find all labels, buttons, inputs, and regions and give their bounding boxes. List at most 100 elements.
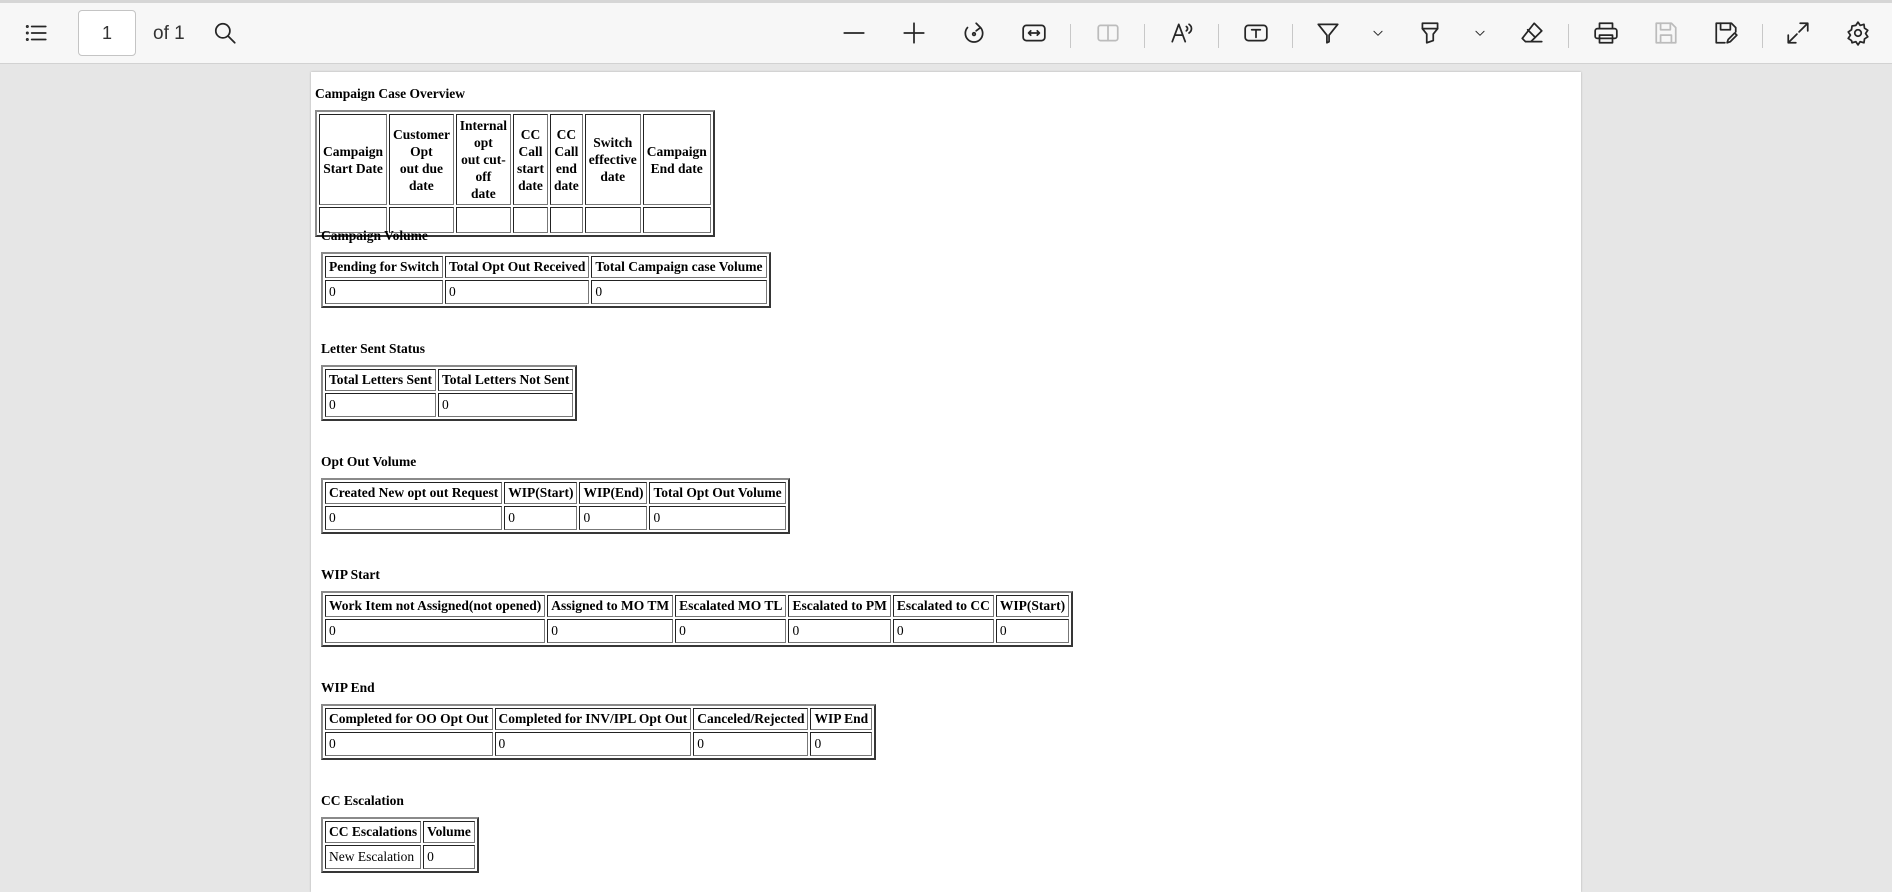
- value-cell: 0: [788, 619, 891, 643]
- header-cell: Completed for OO Opt Out: [325, 708, 493, 730]
- value-cell: 0: [325, 280, 444, 304]
- value-cell: 0: [810, 732, 873, 756]
- page-count-label: of 1: [153, 23, 185, 44]
- header-cell: Customer Opt out due date: [389, 114, 454, 205]
- cc-escalation-section: CC Escalation CC Escalations Volume New …: [321, 793, 479, 873]
- campaign-volume-section: Campaign Volume Pending for Switch Total…: [321, 228, 771, 308]
- header-cell: Work Item not Assigned(not opened): [325, 595, 546, 617]
- text-box-icon[interactable]: [1236, 13, 1276, 53]
- section-title: WIP Start: [321, 567, 380, 582]
- full-screen-icon[interactable]: [1778, 13, 1818, 53]
- print-icon[interactable]: [1586, 13, 1626, 53]
- header-cell: WIP(Start): [504, 482, 578, 504]
- header-cell: Internal opt out cut-off date: [455, 114, 512, 205]
- contents-icon[interactable]: [16, 13, 56, 53]
- opt-out-volume-section: Opt Out Volume Created New opt out Reque…: [321, 454, 790, 534]
- search-icon[interactable]: [205, 13, 245, 53]
- header-cell: Total Opt Out Volume: [649, 482, 786, 504]
- value-cell: 0: [547, 619, 674, 643]
- section-title: Opt Out Volume: [321, 454, 417, 469]
- read-aloud-icon[interactable]: [1162, 13, 1202, 53]
- letter-status-table: Total Letters Sent Total Letters Not Sen…: [321, 365, 578, 421]
- value-cell: 0: [579, 506, 648, 530]
- overview-section: Campaign Case Overview Campaign Start Dat…: [315, 86, 715, 237]
- fit-width-icon[interactable]: [1014, 13, 1054, 53]
- chevron-down-icon[interactable]: [1368, 13, 1388, 53]
- zoom-out-icon[interactable]: [834, 13, 874, 53]
- header-cell: Canceled/Rejected: [693, 708, 809, 730]
- table-row: 0 0 0 0: [325, 506, 786, 530]
- value-cell: 0: [325, 506, 503, 530]
- rotate-icon[interactable]: [954, 13, 994, 53]
- toolbar-divider: [1144, 24, 1145, 48]
- header-cell: Total Campaign case Volume: [591, 256, 767, 278]
- header-cell: Volume: [423, 821, 475, 843]
- zoom-in-icon[interactable]: [894, 13, 934, 53]
- overview-table: Campaign Start Date Customer Opt out due d…: [315, 110, 715, 237]
- section-title: CC Escalation: [321, 793, 404, 808]
- value-cell: 0: [445, 280, 590, 304]
- save-icon[interactable]: [1646, 13, 1686, 53]
- campaign-volume-table: Pending for Switch Total Opt Out Receive…: [321, 252, 771, 308]
- value-cell: 0: [325, 393, 436, 417]
- header-cell: CC Escalations: [325, 821, 422, 843]
- header-cell: WIP End: [810, 708, 873, 730]
- header-cell: Escalated to PM: [788, 595, 891, 617]
- settings-gear-icon[interactable]: [1838, 13, 1878, 53]
- eraser-icon[interactable]: [1512, 13, 1552, 53]
- value-cell: 0: [423, 845, 475, 869]
- value-cell: 0: [325, 732, 493, 756]
- table-row: New Escalation 0: [325, 845, 475, 869]
- value-cell: 0: [892, 619, 994, 643]
- opt-out-volume-table: Created New opt out Request WIP(Start) W…: [321, 478, 790, 534]
- header-cell: Completed for INV/IPL Opt Out: [494, 708, 692, 730]
- table-row: 0 0 0 0: [325, 732, 873, 756]
- page-number-input[interactable]: [78, 10, 136, 56]
- value-cell: New Escalation: [325, 845, 422, 869]
- draw-icon[interactable]: [1308, 13, 1348, 53]
- section-title: WIP End: [321, 680, 375, 695]
- section-title: Letter Sent Status: [321, 341, 425, 356]
- highlight-icon[interactable]: [1410, 13, 1450, 53]
- section-title: Campaign Volume: [321, 228, 428, 243]
- header-cell: CC Call start date: [513, 114, 549, 205]
- header-cell: WIP(End): [579, 482, 648, 504]
- table-row: 0 0 0 0 0 0: [325, 619, 1070, 643]
- two-page-view-icon[interactable]: [1088, 13, 1128, 53]
- header-cell: Total Letters Sent: [325, 369, 436, 391]
- table-row: 0 0 0: [325, 280, 767, 304]
- chevron-down-icon[interactable]: [1470, 13, 1490, 53]
- header-cell: Total Letters Not Sent: [438, 369, 574, 391]
- header-cell: Escalated to CC: [892, 595, 994, 617]
- toolbar-divider: [1568, 24, 1569, 48]
- pdf-toolbar: of 1: [0, 0, 1892, 64]
- wip-start-section: WIP Start Work Item not Assigned(not ope…: [321, 567, 1074, 647]
- toolbar-divider: [1218, 24, 1219, 48]
- header-cell: Created New opt out Request: [325, 482, 503, 504]
- pdf-page: Campaign Case Overview Campaign Start Dat…: [311, 72, 1581, 892]
- header-cell: Campaign End date: [642, 114, 711, 205]
- cc-escalation-table: CC Escalations Volume New Escalation 0: [321, 817, 479, 873]
- toolbar-divider: [1070, 24, 1071, 48]
- value-cell: 0: [504, 506, 578, 530]
- header-cell: Campaign Start Date: [319, 114, 388, 205]
- value-cell: 0: [494, 732, 692, 756]
- header-cell: Total Opt Out Received: [445, 256, 590, 278]
- value-cell: 0: [675, 619, 787, 643]
- header-cell: CC Call end date: [550, 114, 583, 205]
- value-cell: 0: [591, 280, 767, 304]
- value-cell: 0: [649, 506, 786, 530]
- value-cell: 0: [438, 393, 574, 417]
- toolbar-divider: [1762, 24, 1763, 48]
- value-cell: 0: [995, 619, 1070, 643]
- section-title: Campaign Case Overview: [315, 86, 465, 101]
- save-as-icon[interactable]: [1706, 13, 1746, 53]
- header-cell: Escalated MO TL: [675, 595, 787, 617]
- value-cell: 0: [693, 732, 809, 756]
- header-cell: Switch effective date: [584, 114, 641, 205]
- header-cell: Assigned to MO TM: [547, 595, 674, 617]
- wip-end-table: Completed for OO Opt Out Completed for I…: [321, 704, 877, 760]
- wip-start-table: Work Item not Assigned(not opened) Assig…: [321, 591, 1074, 647]
- value-cell: 0: [325, 619, 546, 643]
- wip-end-section: WIP End Completed for OO Opt Out Complet…: [321, 680, 877, 760]
